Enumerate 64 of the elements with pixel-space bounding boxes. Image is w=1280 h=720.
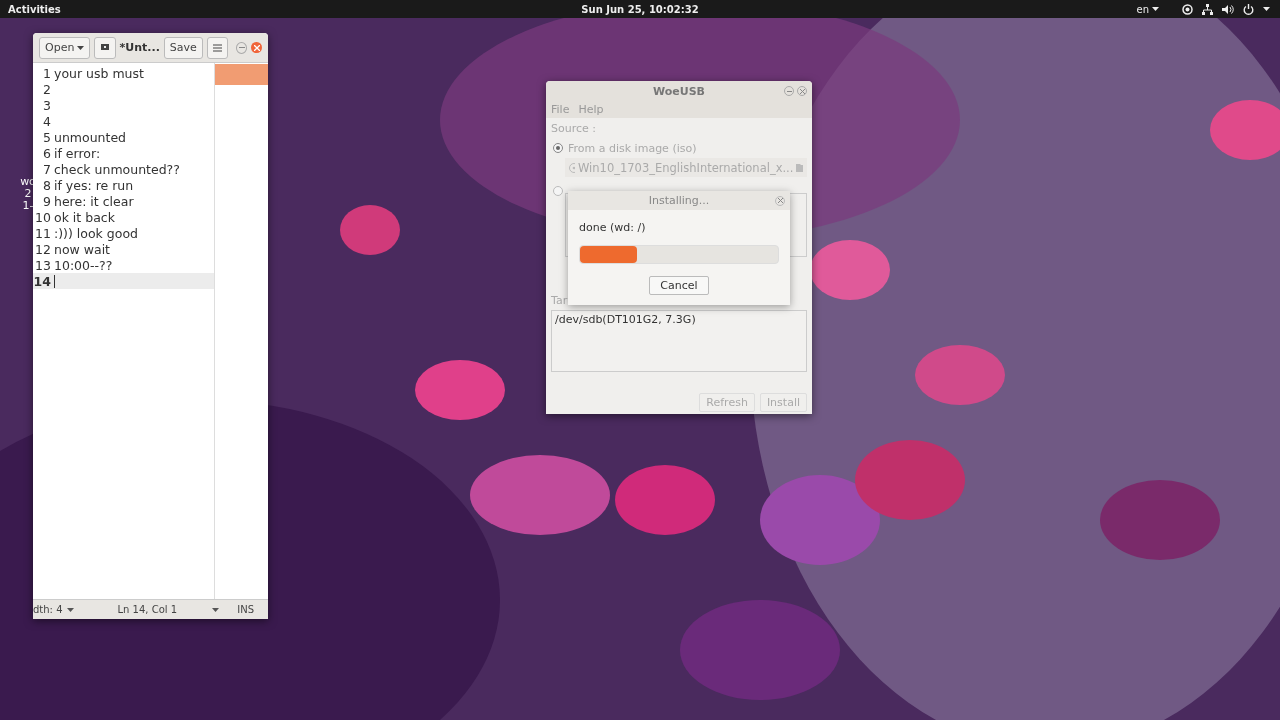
line-number: 12 <box>34 241 51 257</box>
network-icon[interactable] <box>1202 3 1213 15</box>
line-number: 7 <box>42 161 51 177</box>
line-number: 13 <box>34 257 51 273</box>
desktop-icon-label: 1- <box>22 200 34 212</box>
line-text: 10:00--?? <box>54 257 113 273</box>
caret-icon[interactable] <box>1263 7 1270 11</box>
line-text: if error: <box>54 145 101 161</box>
line-text: now wait <box>54 241 111 257</box>
line-text: if yes: re run <box>54 177 134 193</box>
minimize-icon <box>786 90 792 92</box>
line-number: 11 <box>34 225 51 241</box>
desktop-icon-label: 2 <box>24 188 32 200</box>
status-message: done (wd: /) <box>579 221 647 236</box>
tab-width-menu[interactable]: dth: 4 <box>33 604 74 615</box>
line-text: unmounted <box>54 129 127 145</box>
target-label: Tar <box>551 294 568 309</box>
line-text: here: it clear <box>54 193 134 209</box>
cursor-position: Ln 14, Col 1 <box>117 604 178 615</box>
clock[interactable]: Sun Jun 25, 10:02:32 <box>581 3 699 15</box>
activities-button[interactable]: Activities <box>8 3 61 15</box>
save-button[interactable]: Save <box>163 36 203 59</box>
folder-icon <box>796 163 803 172</box>
line-number: 1 <box>42 65 51 81</box>
line-number: 3 <box>42 97 51 113</box>
line-number: 5 <box>42 129 51 145</box>
line-number: 10 <box>34 209 51 225</box>
caret-icon <box>77 45 85 50</box>
caret-icon <box>66 607 74 612</box>
close-icon <box>777 198 783 203</box>
line-number: 8 <box>42 177 51 193</box>
text-cursor <box>54 274 55 288</box>
caret-icon[interactable] <box>212 607 220 612</box>
caret-icon <box>1152 7 1159 11</box>
insert-mode: INS <box>237 604 254 615</box>
close-button[interactable] <box>251 42 262 53</box>
power-icon[interactable] <box>1243 3 1254 15</box>
line-text: ok it back <box>54 209 115 225</box>
close-icon <box>253 44 260 51</box>
line-text: your usb must <box>54 65 144 81</box>
accessibility-icon[interactable] <box>1182 3 1193 15</box>
language-menu[interactable]: en <box>1136 3 1159 15</box>
line-text: check unmounted?? <box>54 161 180 177</box>
line-text: :))) look good <box>54 225 138 241</box>
line-number: 4 <box>42 113 51 129</box>
line-number: 2 <box>42 81 51 97</box>
new-tab-button[interactable] <box>94 36 116 59</box>
line-number: 14 <box>33 273 51 289</box>
line-number: 9 <box>42 193 51 209</box>
minimize-icon <box>238 46 245 49</box>
window-title: *Unt... <box>119 41 160 54</box>
window-title: WoeUSB <box>653 84 705 98</box>
cancel-button[interactable]: Cancel <box>649 276 709 295</box>
close-icon <box>799 88 805 94</box>
menu-icon <box>212 43 222 52</box>
minimap[interactable] <box>214 63 268 599</box>
open-button[interactable]: Open <box>39 36 91 59</box>
menu-button[interactable] <box>206 36 228 59</box>
line-number: 6 <box>42 145 51 161</box>
source-label: Source : <box>551 122 597 137</box>
close-button[interactable] <box>775 195 785 206</box>
dialog-title: Installing... <box>648 194 710 207</box>
document-icon <box>99 43 110 52</box>
volume-icon[interactable] <box>1222 3 1234 15</box>
